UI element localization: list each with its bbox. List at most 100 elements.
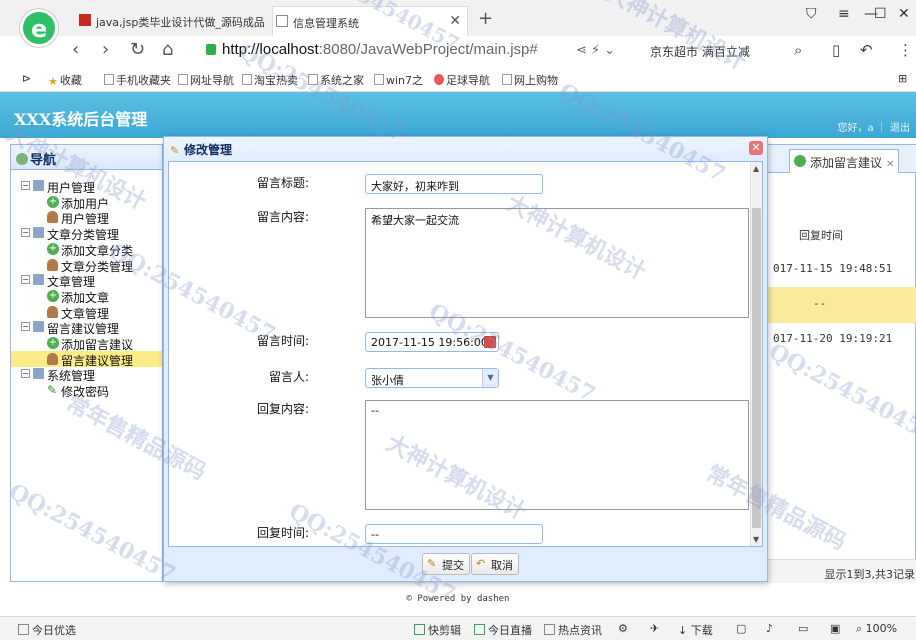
tree-item[interactable]: 用户管理 <box>11 209 162 226</box>
more-bookmarks-icon[interactable]: ⊞ <box>898 72 907 85</box>
tree-label: 修改密码 <box>61 385 110 400</box>
submit-button[interactable]: ✎ 提交 <box>422 553 470 575</box>
tree-item[interactable]: + 添加用户 <box>11 194 162 211</box>
browser-logo: e <box>20 9 58 47</box>
status-window-icon[interactable]: ▣ <box>830 622 840 635</box>
bookmark-favorites[interactable]: ★ 收藏 <box>48 72 82 88</box>
bookmark-nav[interactable]: 网址导航 <box>178 72 234 88</box>
undo-icon[interactable]: ↶ <box>860 41 873 59</box>
tree-item[interactable]: 文章分类管理 <box>11 257 162 274</box>
column-header-reply-time: 回复时间 <box>799 229 843 242</box>
status-clip[interactable]: 快剪辑 <box>414 622 461 638</box>
content-textarea[interactable]: 希望大家一起交流 <box>365 208 749 318</box>
share-icon[interactable]: ⋖ ⚡ ⌄ <box>576 43 615 58</box>
phone-icon[interactable]: ▯ <box>832 41 840 59</box>
tree-item[interactable]: + 添加留言建议 <box>11 335 162 352</box>
bookmark-mobile[interactable]: 手机收藏夹 <box>104 72 171 88</box>
status-mute-icon[interactable]: ▢ <box>736 622 746 635</box>
refresh-icon[interactable]: ↻ <box>130 39 145 60</box>
cancel-button[interactable]: ↶ 取消 <box>471 553 519 575</box>
label-time: 留言时间: <box>257 334 310 348</box>
status-label: 今日优选 <box>32 624 76 637</box>
bookmark-win7[interactable]: win7之 <box>374 72 423 88</box>
close-window-icon[interactable]: ✕ <box>898 6 910 22</box>
home-icon[interactable]: ⌂ <box>162 39 173 60</box>
status-sound-icon[interactable]: ♪ <box>766 622 773 635</box>
user-icon <box>47 258 58 271</box>
tree-item[interactable]: + 添加文章分类 <box>11 241 162 258</box>
close-icon[interactable]: ✕ <box>886 159 894 170</box>
promo-link[interactable]: 京东超市 满百立减 <box>650 43 750 60</box>
tab-add-message[interactable]: 添加留言建议 ✕ <box>789 149 900 173</box>
tree-group[interactable]: − 用户管理 <box>11 178 162 195</box>
close-tab-icon[interactable]: ✕ <box>449 13 461 29</box>
sidebar-toggle-icon[interactable]: ⊳ <box>22 72 31 85</box>
label-content: 留言内容: <box>257 210 310 224</box>
folder-icon <box>33 227 44 239</box>
app-header: XXX系统后台管理 您好，a ｜ 退出 <box>0 92 916 138</box>
reply-textarea[interactable]: -- <box>365 400 749 510</box>
scroll-up-icon[interactable]: ▲ <box>753 164 759 173</box>
menu-icon[interactable]: ≡ <box>838 6 850 22</box>
maximize-icon[interactable]: ☐ <box>874 6 887 22</box>
dialog-body: 留言标题: 大家好，初来咋到 留言内容: 希望大家一起交流 留言时间: 2017… <box>168 161 763 547</box>
scroll-down-icon[interactable]: ▼ <box>753 535 759 544</box>
bookmark-label: 网址导航 <box>190 74 234 87</box>
tree-item[interactable]: + 添加文章 <box>11 288 162 305</box>
browser-tab-2[interactable]: 信息管理系统 ✕ <box>272 6 468 36</box>
zoom-level[interactable]: ⌕ 100% <box>856 622 897 636</box>
collapse-icon[interactable]: − <box>21 275 30 285</box>
tree-group[interactable]: − 文章分类管理 <box>11 225 162 242</box>
forward-icon[interactable]: › <box>102 39 109 60</box>
bookmark-syshome[interactable]: 系统之家 <box>308 72 364 88</box>
browser-tab-1[interactable]: java,jsp类毕业设计代做_源码成品 <box>76 6 270 36</box>
status-label: 今日直播 <box>488 624 532 637</box>
browser-tab-2-title: 信息管理系统 <box>293 17 359 30</box>
tree-item[interactable]: 留言建议管理 <box>11 350 162 368</box>
bookmark-label: 手机收藏夹 <box>116 74 171 87</box>
zoom-value: 100% <box>865 622 898 635</box>
scroll-thumb[interactable] <box>752 208 761 528</box>
status-live[interactable]: 今日直播 <box>474 622 532 638</box>
collapse-icon[interactable]: − <box>21 181 30 190</box>
status-today-picks[interactable]: 今日优选 <box>18 622 76 638</box>
close-icon[interactable]: ✕ <box>749 141 763 155</box>
bookmark-shopping[interactable]: 网上购物 <box>502 72 558 88</box>
tree-group[interactable]: − 文章管理 <box>11 272 162 289</box>
collapse-icon[interactable]: − <box>21 322 30 332</box>
new-tab-icon[interactable]: + <box>478 8 493 29</box>
edit-icon: ✎ <box>170 144 180 157</box>
football-icon <box>434 74 444 85</box>
user-greeting[interactable]: 您好，a ｜ 退出 <box>838 119 911 134</box>
page-icon <box>308 74 318 85</box>
status-news[interactable]: 热点资讯 <box>544 622 602 638</box>
label-reply: 回复内容: <box>257 402 310 416</box>
bookmark-football[interactable]: 足球导航 <box>434 72 490 88</box>
bookmark-taobao[interactable]: 淘宝热卖 <box>242 72 298 88</box>
chevron-down-icon[interactable]: ▼ <box>482 369 498 387</box>
message-time-input[interactable]: 2017-11-15 19:56:00 <box>365 332 499 352</box>
calendar-icon[interactable] <box>484 336 496 348</box>
status-speed-icon[interactable]: ✈ <box>650 622 659 635</box>
title-input[interactable]: 大家好，初来咋到 <box>365 174 543 194</box>
url-field[interactable]: http://localhost:8080/JavaWebProject/mai… <box>222 41 538 58</box>
back-icon[interactable]: ‹ <box>72 39 79 60</box>
grid-icon[interactable]: ⋮ <box>898 41 913 59</box>
tree-group[interactable]: − 系统管理 <box>11 366 162 383</box>
tree-group[interactable]: − 留言建议管理 <box>11 319 162 336</box>
status-tool-icon[interactable]: ⚙ <box>618 622 628 635</box>
status-download[interactable]: ↓ 下载 <box>678 622 713 638</box>
page-icon <box>374 74 384 85</box>
search-icon[interactable]: ⌕ <box>794 41 802 59</box>
tree-item[interactable]: 文章管理 <box>11 304 162 321</box>
shirt-icon[interactable]: ⛉ <box>806 6 817 22</box>
user-icon <box>47 352 58 365</box>
dialog-scrollbar[interactable]: ▲ ▼ <box>750 162 762 546</box>
tab-add-message-label: 添加留言建议 <box>810 156 883 170</box>
reply-time-input[interactable]: -- <box>365 524 543 544</box>
person-select[interactable]: 张小倩 ▼ <box>365 368 499 388</box>
collapse-icon[interactable]: − <box>21 369 30 379</box>
status-display-icon[interactable]: ▭ <box>798 622 808 635</box>
tree-item[interactable]: ✎ 修改密码 <box>11 382 162 400</box>
collapse-icon[interactable]: − <box>21 228 30 238</box>
